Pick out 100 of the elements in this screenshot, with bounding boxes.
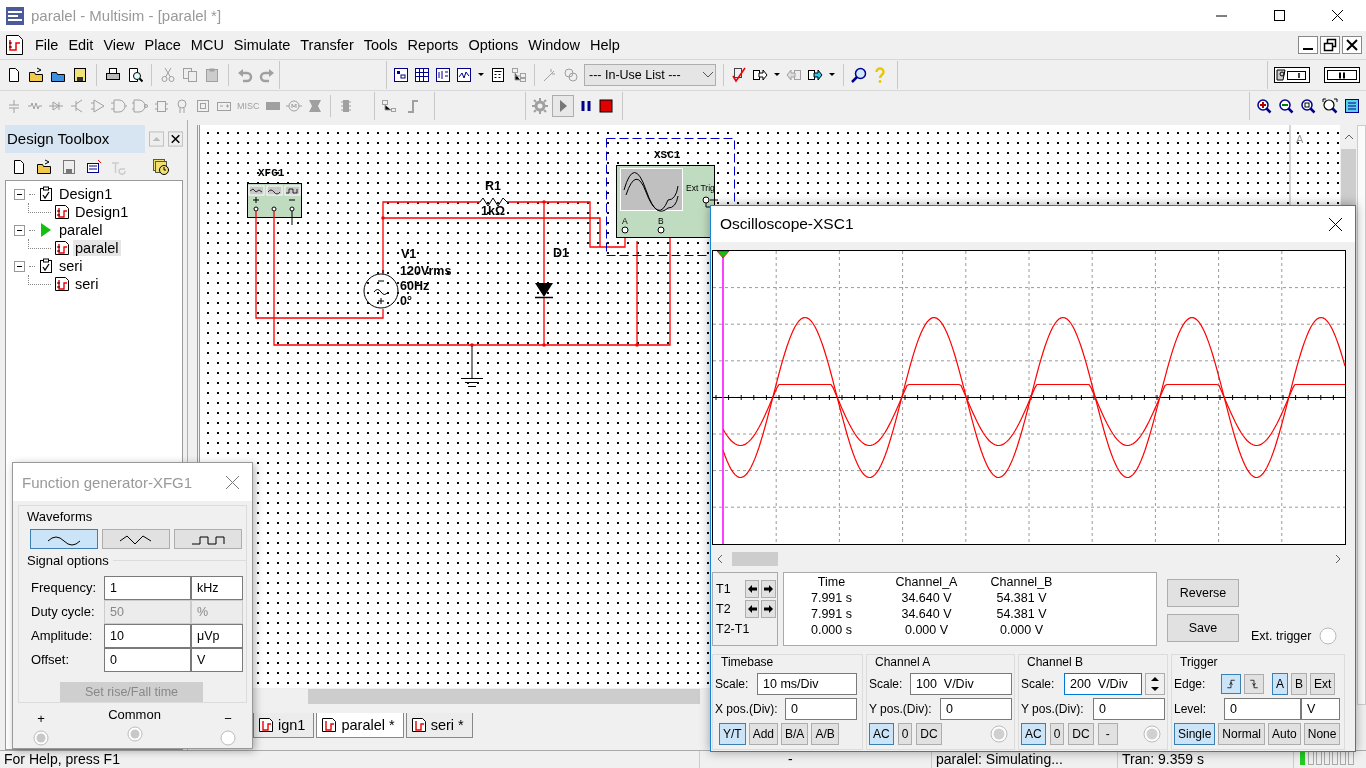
scale-field[interactable]: 10 ms/Div <box>757 672 857 695</box>
sheet-tab[interactable]: ign1 <box>253 713 315 738</box>
cursor-right-button[interactable] <box>761 580 776 598</box>
tree-item[interactable]: paralel <box>73 240 121 256</box>
trigger-mode-button[interactable]: Single <box>1174 722 1216 745</box>
print-preview-icon[interactable] <box>127 67 143 83</box>
expander-icon[interactable] <box>13 223 26 237</box>
menu-item[interactable]: Tools <box>358 35 403 55</box>
menu-item[interactable]: File <box>30 35 64 55</box>
expander-icon[interactable] <box>13 187 26 201</box>
save-icon[interactable] <box>72 67 88 83</box>
trigger-source-button[interactable]: A <box>1272 672 1288 695</box>
trigger-edge-button[interactable] <box>1221 673 1241 694</box>
menu-item[interactable]: MCU <box>185 35 229 55</box>
new-file-icon[interactable] <box>11 158 27 175</box>
waveform-button[interactable] <box>30 529 98 549</box>
calculator-icon[interactable] <box>490 67 506 83</box>
value-field[interactable]: 0 <box>104 647 191 672</box>
document-icon[interactable] <box>4 34 26 56</box>
spinner-icon[interactable] <box>1145 672 1165 695</box>
trigger-source-button[interactable]: B <box>1291 672 1308 695</box>
simulation-switch-icon[interactable] <box>1274 67 1310 83</box>
graph-icon[interactable] <box>456 67 472 83</box>
cursor-right-button[interactable] <box>761 600 776 618</box>
print-icon[interactable] <box>105 67 121 83</box>
minimize-icon[interactable] <box>1298 36 1318 54</box>
sheet-tab[interactable]: paralel * <box>316 713 404 738</box>
zoom-in-icon[interactable] <box>1256 98 1272 114</box>
diode-symbol[interactable] <box>534 283 554 299</box>
cursor-line[interactable] <box>716 251 730 544</box>
close-icon[interactable] <box>167 131 183 147</box>
action-button[interactable]: Save <box>1167 614 1239 642</box>
trigger-source-button[interactable]: Ext <box>1310 672 1336 695</box>
grid-icon[interactable] <box>414 67 430 83</box>
cursor-left-button[interactable] <box>744 600 760 618</box>
trigger-mode-button[interactable]: Auto <box>1268 722 1301 745</box>
play-icon[interactable] <box>552 95 574 117</box>
zoom-out-icon[interactable] <box>1278 98 1294 114</box>
mode-button[interactable]: B/A <box>781 722 809 745</box>
value-field[interactable]: 1 <box>104 575 191 600</box>
menu-item[interactable]: Edit <box>63 35 99 55</box>
unit-field[interactable]: μVp <box>191 623 243 648</box>
tree-item[interactable]: Design1 <box>73 204 131 220</box>
tree-item[interactable]: seri <box>73 276 101 292</box>
full-screen-icon[interactable] <box>1344 98 1360 114</box>
tree-item[interactable]: paralel <box>57 222 105 238</box>
stop-icon[interactable] <box>598 98 614 114</box>
unit-field[interactable]: V <box>1301 697 1340 720</box>
value-field[interactable]: 10 <box>104 623 191 648</box>
transfer-icon[interactable] <box>752 67 768 83</box>
in-use-list-dropdown[interactable]: --- In-Use List --- <box>584 64 716 86</box>
mode-button[interactable]: Y/T <box>719 722 746 745</box>
waveform-button[interactable] <box>102 529 170 549</box>
close-icon[interactable] <box>1342 36 1362 54</box>
tree-item[interactable]: seri <box>57 258 85 274</box>
coupling-button[interactable]: AC <box>869 722 894 745</box>
open-folder-icon[interactable] <box>28 67 44 83</box>
hierarchy-icon[interactable] <box>511 67 527 83</box>
menu-item[interactable]: Help <box>584 35 625 55</box>
menu-item[interactable]: Transfer <box>295 35 359 55</box>
sheet-tab[interactable]: seri * <box>405 713 473 738</box>
menu-item[interactable]: Simulate <box>228 35 296 55</box>
scale-field[interactable]: 100 V/Div <box>910 672 1012 695</box>
pause-switch-icon[interactable] <box>1324 67 1360 83</box>
transfer-icon[interactable] <box>807 67 823 83</box>
oscilloscope-symbol[interactable] <box>616 165 719 238</box>
coupling-button[interactable]: DC <box>916 722 942 745</box>
trigger-mode-button[interactable]: Normal <box>1218 722 1266 745</box>
check-icon[interactable] <box>731 67 747 83</box>
app-icon[interactable] <box>5 5 25 26</box>
clock-icon[interactable] <box>152 157 170 176</box>
restore-icon[interactable] <box>1320 36 1340 54</box>
scale-field[interactable]: 200 V/Div <box>1064 672 1142 695</box>
close-icon[interactable] <box>1328 216 1343 232</box>
unit-field[interactable]: V <box>191 647 243 672</box>
coupling-button[interactable]: AC <box>1021 722 1046 745</box>
zoom-area-icon[interactable] <box>1300 98 1316 114</box>
invert-button[interactable]: - <box>1097 722 1118 745</box>
function-generator-symbol[interactable] <box>247 183 302 226</box>
bus-icon[interactable] <box>381 98 397 114</box>
trigger-mode-button[interactable]: None <box>1303 722 1341 745</box>
search-icon[interactable] <box>851 67 867 83</box>
coupling-button[interactable]: 0 <box>897 722 913 745</box>
expander-icon[interactable] <box>13 259 26 273</box>
resistor-symbol[interactable] <box>479 197 511 207</box>
coupling-button[interactable]: 0 <box>1049 722 1065 745</box>
window-icon[interactable] <box>86 158 102 175</box>
action-button[interactable]: Reverse <box>1167 579 1239 607</box>
menu-item[interactable]: Window <box>523 35 585 55</box>
mode-button[interactable]: A/B <box>811 722 839 745</box>
ground-symbol[interactable] <box>460 345 484 387</box>
unit-field[interactable]: kHz <box>191 575 243 600</box>
mode-button[interactable]: Add <box>748 722 779 745</box>
position-field[interactable]: 0 <box>940 697 1012 720</box>
position-field[interactable]: 0 <box>1093 697 1165 720</box>
trigger-edge-button[interactable] <box>1244 673 1264 694</box>
tree-item[interactable]: Design1 <box>57 186 115 202</box>
level-field[interactable]: 0 <box>1224 697 1301 720</box>
menu-item[interactable]: Reports <box>402 35 464 55</box>
open-folder-icon[interactable] <box>36 158 52 175</box>
